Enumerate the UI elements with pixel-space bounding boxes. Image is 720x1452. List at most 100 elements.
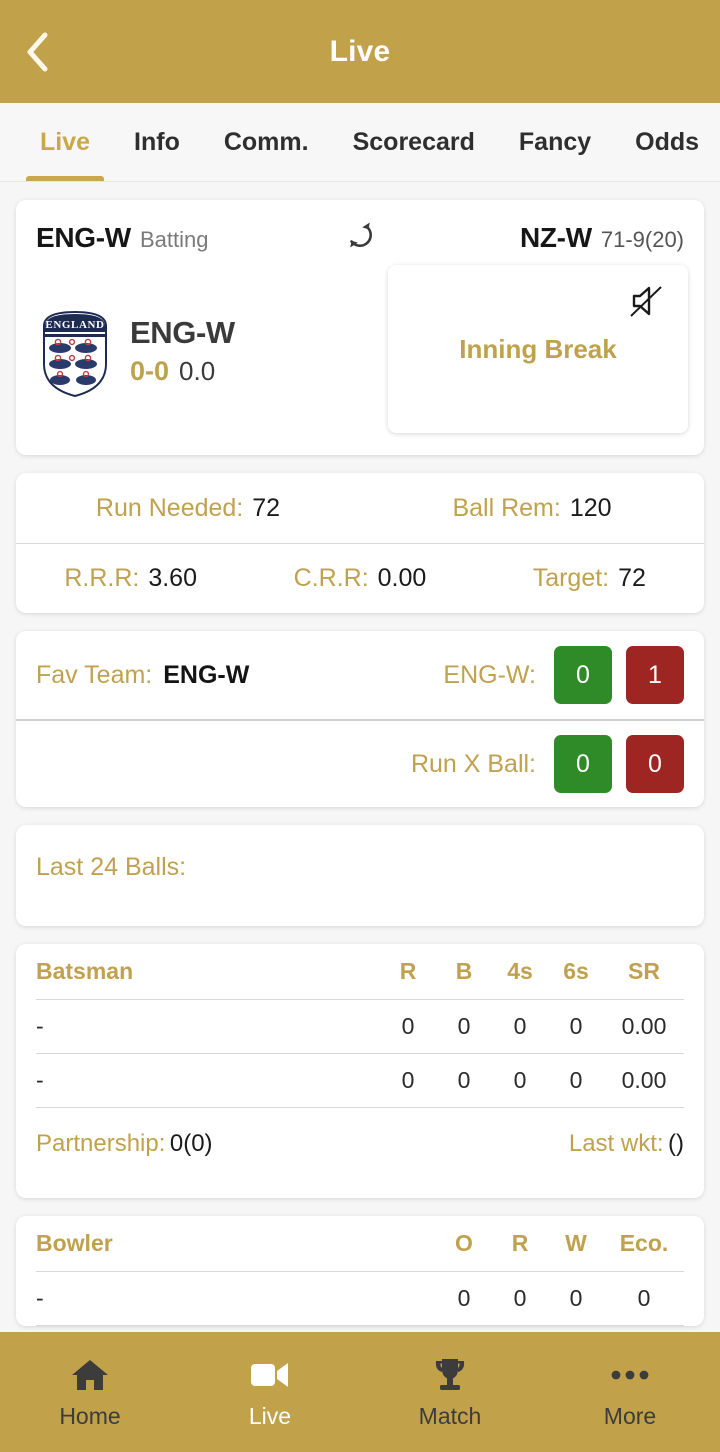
tab-fancy[interactable]: Fancy <box>497 103 613 181</box>
stat-value: 120 <box>569 493 612 522</box>
nav-item-match[interactable]: Match <box>360 1355 540 1430</box>
col-header-fours: 4s <box>507 958 533 984</box>
page-title: Live <box>329 34 391 68</box>
app-screen: Live Live Info Comm. Scorecard Fancy Odd… <box>0 0 720 1452</box>
col-header-strike-rate: SR <box>628 958 660 984</box>
batting-overs: 0.0 <box>179 355 216 386</box>
stat-value: 72 <box>252 493 281 522</box>
col-header-balls: B <box>455 958 473 984</box>
partnership-value: 0(0) <box>169 1130 213 1157</box>
match-left-team: ENG-W Batting <box>36 222 325 254</box>
stat-label: Ball Rem: <box>452 493 561 522</box>
volume-mute-icon[interactable] <box>626 281 666 321</box>
inning-break-label: Inning Break <box>459 333 617 364</box>
batsman-name: - <box>36 1013 44 1039</box>
back-button[interactable] <box>14 29 60 75</box>
refresh-icon <box>343 218 377 257</box>
nav-item-more[interactable]: More <box>540 1355 720 1430</box>
partnership-label: Partnership: <box>36 1130 166 1157</box>
home-icon <box>71 1355 109 1395</box>
tab-odds[interactable]: Odds <box>613 103 720 181</box>
fav-team-label: Fav Team: <box>36 660 153 689</box>
tab-live[interactable]: Live <box>18 103 112 181</box>
tab-label: Odds <box>635 127 700 156</box>
stat-label: C.R.R: <box>293 564 369 592</box>
nav-item-home[interactable]: Home <box>0 1355 180 1430</box>
match-summary-card: ENG-W Batting NZ-W 71-9(20) ENGLAND ENG-… <box>16 200 704 455</box>
bowler-name: - <box>36 1285 44 1311</box>
stat-value: 72 <box>618 564 646 592</box>
col-header-wickets: W <box>565 1230 587 1256</box>
bowler-runs: 0 <box>513 1285 527 1311</box>
right-team-name: NZ-W <box>519 221 592 253</box>
tab-label: Fancy <box>518 127 592 156</box>
bowler-economy: 0 <box>637 1285 651 1311</box>
batsman-name: - <box>36 1067 44 1093</box>
right-team-score: 71-9(20) <box>600 226 684 252</box>
last-balls-label: Last 24 Balls: <box>36 853 187 881</box>
bowler-table: Bowler O R W Eco. - 0 0 0 0 <box>16 1216 704 1326</box>
stat-target: Target: 72 <box>475 564 704 593</box>
partnership-group: Partnership: 0(0) <box>36 1130 213 1158</box>
table-row: - 0 0 0 0 0.00 <box>36 1054 684 1108</box>
batting-team-meta: ENG-W 0-0 0.0 <box>130 317 235 387</box>
batsman-fours: 0 <box>513 1067 527 1093</box>
run-x-ball-label: Run X Ball: <box>410 749 536 778</box>
left-team-status: Batting <box>139 226 209 252</box>
bowler-table-header: Bowler O R W Eco. <box>36 1216 684 1272</box>
stat-crr: C.R.R: 0.00 <box>245 564 474 593</box>
batsman-balls: 0 <box>457 1013 471 1039</box>
last-balls-card: Last 24 Balls: <box>16 825 704 926</box>
batting-team-block: ENGLAND ENG-W 0-0 0.0 <box>36 265 235 433</box>
match-body-row: ENGLAND ENG-W 0-0 0.0 Inning Break <box>16 261 704 455</box>
col-header-runs: R <box>399 958 417 984</box>
chevron-left-icon <box>24 31 50 73</box>
stats-row-2: R.R.R: 3.60 C.R.R: 0.00 Target: 72 <box>16 543 704 613</box>
back-odds-chip[interactable]: 0 <box>554 646 612 704</box>
table-row: - 0 0 0 0 <box>36 1272 684 1326</box>
scroll-content[interactable]: ENG-W Batting NZ-W 71-9(20) ENGLAND ENG-… <box>0 182 720 1452</box>
tab-info[interactable]: Info <box>112 103 202 181</box>
match-right-team: NZ-W 71-9(20) <box>395 222 684 254</box>
nav-item-live[interactable]: Live <box>180 1355 360 1430</box>
stats-row-1: Run Needed: 72 Ball Rem: 120 <box>16 473 704 543</box>
nav-label: More <box>603 1402 657 1429</box>
svg-text:ENGLAND: ENGLAND <box>45 319 104 331</box>
tab-label: Live <box>40 127 91 156</box>
refresh-button[interactable] <box>325 218 395 257</box>
run-x-ball-back-chip[interactable]: 0 <box>554 735 612 793</box>
fav-team-value: ENG-W <box>163 660 250 689</box>
tab-comm[interactable]: Comm. <box>202 103 331 181</box>
table-bottom-padding <box>36 1180 684 1198</box>
batsman-sixes: 0 <box>569 1013 583 1039</box>
app-bar: Live <box>0 0 720 103</box>
bottom-navigation: Home Live Match More <box>0 1332 720 1452</box>
batsman-balls: 0 <box>457 1067 471 1093</box>
run-x-ball-lay-chip[interactable]: 0 <box>626 735 684 793</box>
fav-team-odds-card: Fav Team: ENG-W ENG-W: 0 1 Run X Ball: 0… <box>16 631 704 807</box>
tab-label: Scorecard <box>352 127 475 156</box>
batsman-table-card: Batsman R B 4s 6s SR - 0 0 0 0 0.00 - 0 … <box>16 944 704 1198</box>
batsman-table: Batsman R B 4s 6s SR - 0 0 0 0 0.00 - 0 … <box>16 944 704 1198</box>
fav-team-row: Fav Team: ENG-W ENG-W: 0 1 <box>16 631 704 719</box>
col-header-bowler: Bowler <box>36 1230 113 1256</box>
stat-run-needed: Run Needed: 72 <box>16 494 360 523</box>
match-header-row: ENG-W Batting NZ-W 71-9(20) <box>16 200 704 261</box>
batsman-strike-rate: 0.00 <box>621 1067 667 1093</box>
batting-score: 0-0 <box>130 355 170 386</box>
fav-team-info: Fav Team: ENG-W <box>36 661 443 690</box>
left-team-name: ENG-W <box>36 221 131 253</box>
stat-label: R.R.R: <box>64 564 140 592</box>
col-header-sixes: 6s <box>563 958 589 984</box>
tab-scorecard[interactable]: Scorecard <box>331 103 497 181</box>
inning-break-box[interactable]: Inning Break <box>388 265 688 433</box>
ellipsis-icon <box>610 1355 650 1395</box>
lay-odds-chip[interactable]: 1 <box>626 646 684 704</box>
video-camera-icon <box>250 1355 290 1395</box>
batsman-table-header: Batsman R B 4s 6s SR <box>36 944 684 1000</box>
odds-team-label: ENG-W: <box>443 660 536 689</box>
batting-score-row: 0-0 0.0 <box>130 356 235 387</box>
tab-label: Info <box>134 127 180 156</box>
stat-value: 3.60 <box>148 564 197 592</box>
batsman-table-footer: Partnership: 0(0) Last wkt: () <box>36 1108 684 1180</box>
